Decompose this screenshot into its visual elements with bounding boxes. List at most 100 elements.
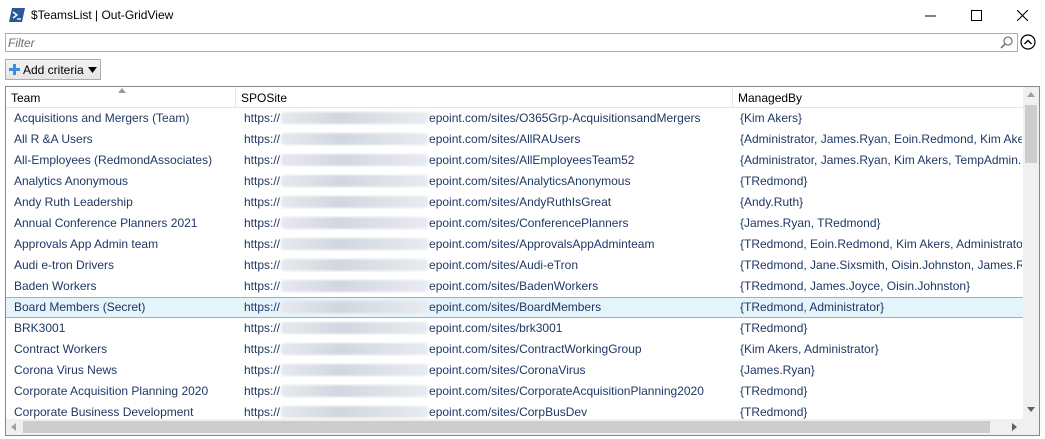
sposite-cell: https:// epoint.com/sites/CoronaVirus [244, 363, 732, 377]
horizontal-scroll-thumb[interactable] [23, 421, 990, 433]
team-cell: Contract Workers [14, 342, 108, 356]
redacted-tenant [281, 364, 429, 376]
site-prefix: https:// [244, 342, 281, 356]
table-row[interactable]: Analytics Anonymous https:// epoint.com/si… [6, 171, 1023, 192]
site-prefix: https:// [244, 405, 281, 419]
table-row[interactable]: Approvals App Admin team https:// epoint.c… [6, 234, 1023, 255]
managedby-cell: {TRedmond, Jane.Sixsmith, Oisin.Johnston… [740, 258, 1022, 272]
table-row[interactable]: All-Employees (RedmondAssociates) https:/… [6, 150, 1023, 171]
team-cell: Audi e-tron Drivers [14, 258, 115, 272]
redacted-tenant [281, 343, 429, 355]
vertical-scrollbar[interactable] [1023, 87, 1039, 419]
scroll-down-icon[interactable] [1027, 407, 1035, 412]
site-prefix: https:// [244, 279, 281, 293]
redacted-tenant [281, 259, 429, 271]
site-path: epoint.com/sites/AllEmployeesTeam52 [429, 153, 635, 167]
site-path: epoint.com/sites/brk3001 [429, 321, 563, 335]
search-icon[interactable] [1000, 36, 1013, 49]
sposite-cell: https:// epoint.com/sites/CorporateAcquis… [244, 384, 732, 398]
site-path: epoint.com/sites/O365Grp-Acquisitionsand… [429, 111, 701, 125]
minimize-icon [924, 15, 936, 17]
filter-input[interactable] [8, 34, 993, 51]
site-prefix: https:// [244, 216, 281, 230]
site-path: epoint.com/sites/ApprovalsAppAdminteam [429, 237, 655, 251]
team-cell: Acquisitions and Mergers (Team) [14, 111, 190, 125]
team-cell: Corporate Acquisition Planning 2020 [14, 384, 209, 398]
close-button[interactable] [999, 0, 1045, 31]
managedby-cell: {TRedmond, Administrator} [740, 300, 885, 314]
team-cell: Approvals App Admin team [14, 237, 159, 251]
table-row[interactable]: Corona Virus News https:// epoint.com/site… [6, 360, 1023, 381]
managedby-cell: {TRedmond} [740, 174, 808, 188]
site-path: epoint.com/sites/BoardMembers [429, 300, 602, 314]
team-cell: Baden Workers [14, 279, 97, 293]
sposite-cell: https:// epoint.com/sites/ApprovalsAppAdm… [244, 237, 732, 251]
horizontal-scrollbar[interactable] [6, 419, 1023, 435]
team-cell: Board Members (Secret) [14, 300, 146, 314]
table-row[interactable]: Andy Ruth Leadership https:// epoint.com/s… [6, 192, 1023, 213]
table-row[interactable]: BRK3001 https:// epoint.com/sites/brk3001 {… [6, 318, 1023, 339]
table-row[interactable]: Audi e-tron Drivers https:// epoint.com/si… [6, 255, 1023, 276]
column-header-sposite[interactable]: SPOSite [236, 87, 733, 107]
sort-ascending-icon [118, 88, 126, 93]
managedby-cell: {TRedmond} [740, 405, 808, 419]
column-header-team[interactable]: Team [6, 87, 236, 107]
redacted-tenant [281, 280, 429, 292]
sposite-cell: https:// epoint.com/sites/CorpBusDev [244, 405, 732, 419]
collapse-filter-icon[interactable] [1020, 34, 1036, 50]
site-prefix: https:// [244, 258, 281, 272]
scroll-up-icon[interactable] [1027, 92, 1035, 97]
scroll-left-icon[interactable] [11, 423, 16, 431]
window-title: $TeamsList | Out-GridView [31, 8, 174, 22]
column-header-label: SPOSite [241, 91, 288, 105]
grid-header: Team SPOSite ManagedBy [6, 87, 1023, 108]
table-row[interactable]: Baden Workers https:// epoint.com/sites/Ba… [6, 276, 1023, 297]
sposite-cell: https:// epoint.com/sites/AllRAUsers [244, 132, 732, 146]
table-row[interactable]: Acquisitions and Mergers (Team) https:// e… [6, 108, 1023, 129]
team-cell: All R &A Users [14, 132, 93, 146]
table-row[interactable]: All R &A Users https:// epoint.com/sites/A… [6, 129, 1023, 150]
redacted-tenant [281, 196, 429, 208]
powershell-icon [9, 8, 25, 22]
site-prefix: https:// [244, 195, 281, 209]
team-cell: All-Employees (RedmondAssociates) [14, 153, 213, 167]
site-path: epoint.com/sites/CorpBusDev [429, 405, 588, 419]
site-path: epoint.com/sites/AllRAUsers [429, 132, 581, 146]
redacted-tenant [281, 301, 429, 313]
table-row[interactable]: Contract Workers https:// epoint.com/sites… [6, 339, 1023, 360]
title-bar: $TeamsList | Out-GridView [0, 0, 1045, 31]
sposite-cell: https:// epoint.com/sites/AllEmployeesTea… [244, 153, 732, 167]
redacted-tenant [281, 406, 429, 418]
add-criteria-button[interactable]: Add criteria [5, 59, 101, 80]
managedby-cell: {Kim Akers} [740, 111, 803, 125]
site-prefix: https:// [244, 132, 281, 146]
redacted-tenant [281, 154, 429, 166]
table-row[interactable]: Annual Conference Planners 2021 https:// e… [6, 213, 1023, 234]
table-row[interactable]: Board Members (Secret) https:// epoint.com… [6, 297, 1023, 318]
column-header-label: Team [11, 91, 41, 105]
table-row[interactable]: Corporate Acquisition Planning 2020 https… [6, 381, 1023, 402]
managedby-cell: {James.Ryan} [740, 363, 815, 377]
results-grid: Team SPOSite ManagedBy Acquisitions and … [5, 86, 1040, 436]
column-header-managedby[interactable]: ManagedBy [733, 87, 1023, 107]
site-path: epoint.com/sites/AnalyticsAnonymous [429, 174, 631, 188]
team-cell: Corona Virus News [14, 363, 118, 377]
close-icon [1016, 10, 1028, 21]
redacted-tenant [281, 238, 429, 250]
site-prefix: https:// [244, 300, 281, 314]
site-prefix: https:// [244, 321, 281, 335]
plus-icon [9, 64, 20, 75]
vertical-scroll-thumb[interactable] [1025, 105, 1037, 163]
minimize-button[interactable] [907, 0, 953, 31]
scrollbar-corner [1023, 419, 1039, 435]
site-path: epoint.com/sites/ConferencePlanners [429, 216, 629, 230]
add-criteria-label: Add criteria [23, 63, 84, 77]
redacted-tenant [281, 322, 429, 334]
managedby-cell: {Kim Akers, Administrator} [740, 342, 879, 356]
maximize-button[interactable] [953, 0, 999, 31]
site-prefix: https:// [244, 153, 281, 167]
site-prefix: https:// [244, 384, 281, 398]
managedby-cell: {TRedmond, James.Joyce, Oisin.Johnston} [740, 279, 971, 293]
site-path: epoint.com/sites/Audi-eTron [429, 258, 578, 272]
scroll-right-icon[interactable] [1012, 423, 1017, 431]
